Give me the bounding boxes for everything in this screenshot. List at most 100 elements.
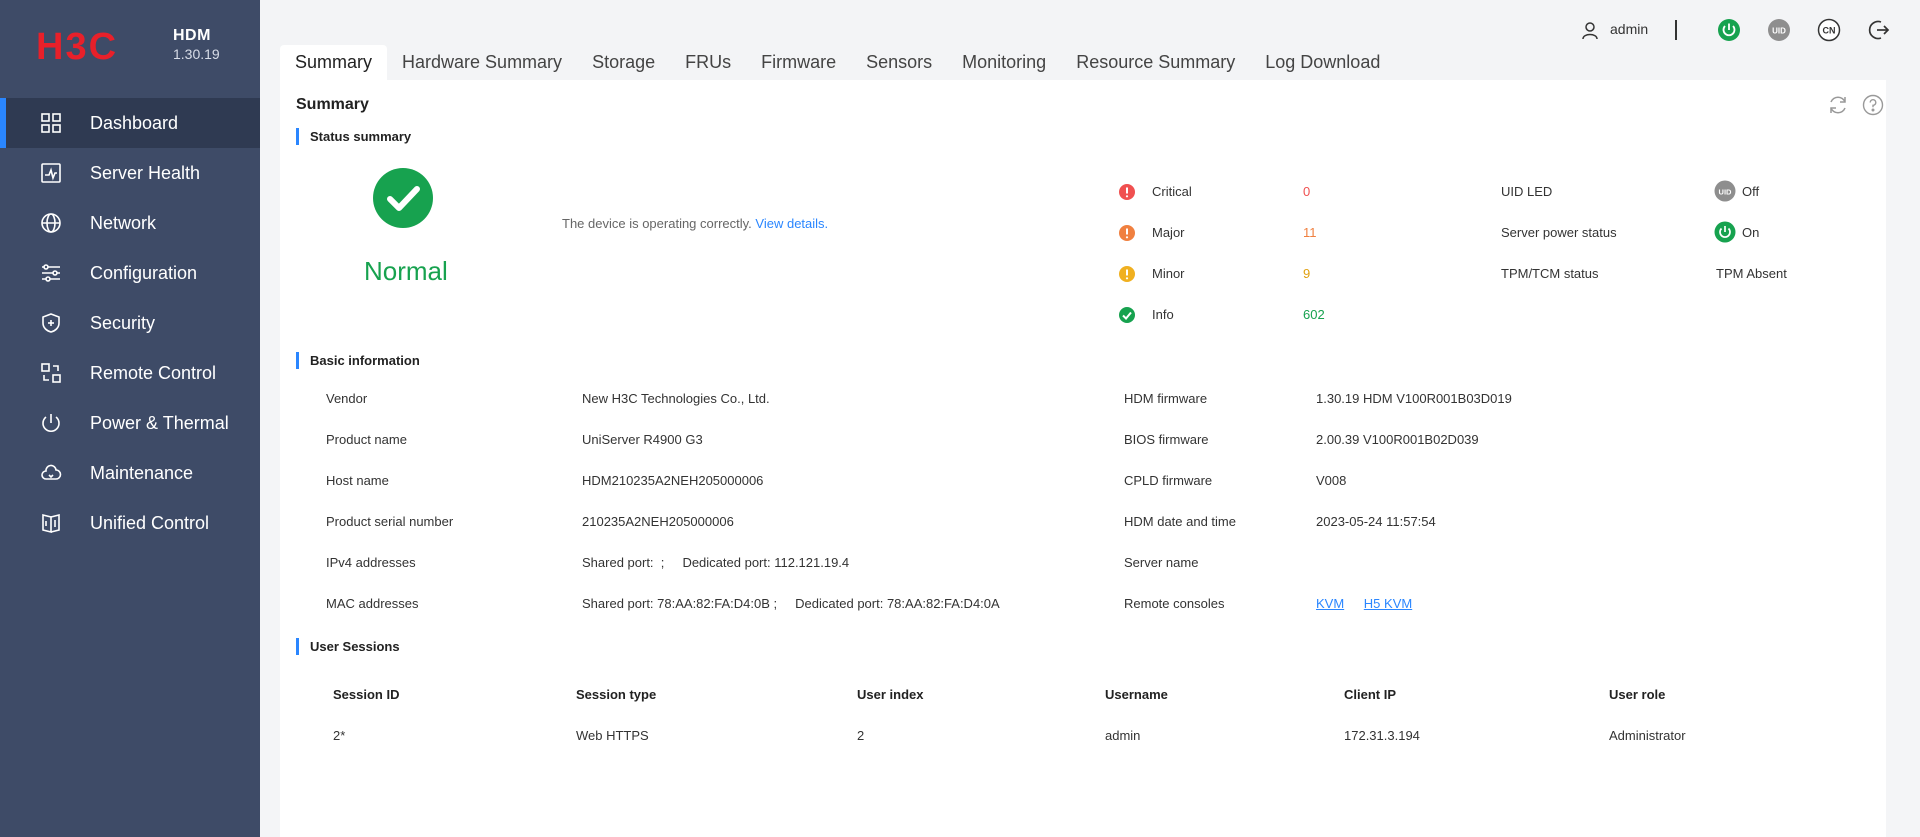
svg-text:CN: CN	[1823, 26, 1836, 36]
info-label: BIOS firmware	[1124, 432, 1209, 447]
alarm-label: Critical	[1152, 184, 1192, 199]
sidebar-item-unified-control[interactable]: Unified Control	[0, 498, 260, 548]
power-button[interactable]	[1717, 18, 1741, 42]
info-label: IPv4 addresses	[326, 555, 416, 570]
table-cell: admin	[1105, 728, 1141, 743]
tab-bar: Summary Hardware Summary Storage FRUs Fi…	[280, 45, 1395, 80]
remote-icon	[40, 362, 62, 384]
top-bar: Summary Hardware Summary Storage FRUs Fi…	[260, 0, 1920, 80]
column-header: Session type	[576, 687, 657, 702]
sidebar-item-label: Unified Control	[90, 513, 210, 533]
product-name: HDM	[173, 27, 211, 44]
alarm-label: Minor	[1152, 266, 1185, 281]
help-icon[interactable]	[1862, 94, 1884, 116]
uid-led-icon: UID	[1714, 180, 1736, 202]
section-status-summary: Status summary	[296, 128, 411, 145]
tpm-status-label: TPM/TCM status	[1501, 266, 1599, 281]
globe-icon	[40, 212, 62, 234]
power-icon	[40, 412, 62, 434]
language-button[interactable]: CN	[1817, 18, 1841, 42]
alarm-count: 11	[1303, 225, 1317, 240]
sidebar-item-network[interactable]: Network	[0, 198, 260, 248]
tab-hardware-summary[interactable]: Hardware Summary	[387, 45, 577, 80]
svg-text:H3C: H3C	[36, 28, 118, 64]
table-cell: Web HTTPS	[576, 728, 649, 743]
h3c-logo: H3C	[36, 28, 118, 64]
cloud-icon	[40, 462, 62, 484]
language-icon: CN	[1817, 18, 1841, 42]
uid-button[interactable]: UID	[1767, 18, 1791, 42]
tab-storage[interactable]: Storage	[577, 45, 670, 80]
uid-led-value: Off	[1742, 184, 1760, 199]
section-basic-information: Basic information	[296, 352, 420, 369]
table-cell: Administrator	[1609, 728, 1686, 743]
tpm-status-value: TPM Absent	[1716, 266, 1787, 281]
page-title: Summary	[296, 96, 369, 113]
info-value: Shared port: ; Dedicated port: 112.121.1…	[582, 555, 850, 570]
user-toolbar: admin UID CN	[1580, 18, 1920, 42]
shield-icon	[40, 312, 62, 334]
sidebar-item-security[interactable]: Security	[0, 298, 260, 348]
tab-log-download[interactable]: Log Download	[1250, 45, 1395, 80]
tab-sensors[interactable]: Sensors	[851, 45, 947, 80]
unified-icon	[40, 512, 62, 534]
check-icon	[373, 168, 433, 228]
info-value: New H3C Technologies Co., Ltd.	[582, 391, 770, 406]
tab-resource-summary[interactable]: Resource Summary	[1061, 45, 1250, 80]
sidebar: H3C HDM 1.30.19 Dashboard Server Health …	[0, 0, 260, 837]
major-icon	[1118, 224, 1136, 242]
sidebar-item-maintenance[interactable]: Maintenance	[0, 448, 260, 498]
refresh-icon[interactable]	[1827, 94, 1849, 116]
dashboard-icon	[40, 112, 62, 134]
info-label: Remote consoles	[1124, 596, 1225, 611]
column-header: Session ID	[333, 687, 400, 702]
logout-button[interactable]	[1867, 18, 1891, 42]
info-label: HDM firmware	[1124, 391, 1208, 406]
sidebar-item-remote-control[interactable]: Remote Control	[0, 348, 260, 398]
tab-frus[interactable]: FRUs	[670, 45, 746, 80]
sidebar-item-label: Security	[90, 313, 156, 333]
username[interactable]: admin	[1610, 21, 1648, 37]
sidebar-item-label: Power & Thermal	[90, 413, 229, 433]
minor-icon	[1118, 265, 1136, 283]
sidebar-item-label: Configuration	[90, 263, 198, 283]
uid-icon: UID	[1768, 19, 1790, 41]
sidebar-item-configuration[interactable]: Configuration	[0, 248, 260, 298]
status-message-text: The device is operating correctly.	[562, 216, 752, 231]
tab-firmware[interactable]: Firmware	[746, 45, 851, 80]
info-label: Server name	[1124, 555, 1199, 570]
info-value: 2023-05-24 11:57:54	[1316, 514, 1436, 529]
column-header: Client IP	[1344, 687, 1397, 702]
health-icon	[40, 162, 62, 184]
status-message: The device is operating correctly. View …	[562, 216, 828, 231]
info-value: 210235A2NEH205000006	[582, 514, 734, 529]
critical-icon	[1118, 183, 1136, 201]
info-label: Vendor	[326, 391, 368, 406]
section-user-sessions: User Sessions	[296, 638, 400, 655]
info-label: HDM date and time	[1124, 514, 1236, 529]
info-label: Host name	[326, 473, 389, 488]
view-details-link[interactable]: View details.	[755, 216, 828, 231]
sidebar-item-label: Maintenance	[90, 463, 194, 483]
toolbar-divider	[1675, 20, 1677, 40]
svg-text:UID: UID	[1772, 27, 1786, 36]
power-status-label: Server power status	[1501, 225, 1617, 240]
sidebar-item-label: Network	[90, 213, 157, 233]
sidebar-nav: Dashboard Server Health Network Configur…	[0, 98, 260, 548]
alarm-label: Major	[1152, 225, 1185, 240]
kvm-link[interactable]: KVM	[1316, 596, 1344, 611]
tab-monitoring[interactable]: Monitoring	[947, 45, 1061, 80]
sidebar-item-power-thermal[interactable]: Power & Thermal	[0, 398, 260, 448]
main-panel: Summary Status summary Normal The device…	[280, 80, 1886, 837]
h5-kvm-link[interactable]: H5 KVM	[1364, 596, 1412, 611]
sidebar-item-label: Remote Control	[90, 363, 217, 383]
sidebar-item-server-health[interactable]: Server Health	[0, 148, 260, 198]
logout-icon	[1868, 20, 1890, 40]
brand-logo: H3C HDM 1.30.19	[0, 0, 260, 96]
table-cell: 2	[857, 728, 865, 743]
svg-text:UID: UID	[1719, 188, 1733, 197]
sidebar-item-dashboard[interactable]: Dashboard	[0, 98, 260, 148]
tab-summary[interactable]: Summary	[280, 45, 388, 80]
sidebar-item-label: Server Health	[90, 163, 201, 183]
info-value: HDM210235A2NEH205000006	[582, 473, 764, 488]
